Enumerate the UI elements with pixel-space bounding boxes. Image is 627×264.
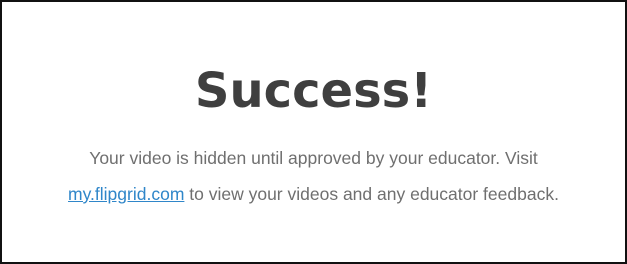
flipgrid-link[interactable]: my.flipgrid.com	[68, 184, 184, 204]
success-message: Your video is hidden until approved by y…	[22, 140, 605, 212]
success-title: Success!	[194, 63, 433, 119]
success-dialog: Success! Your video is hidden until appr…	[0, 0, 627, 264]
message-text-before-link: Your video is hidden until approved by y…	[89, 148, 538, 168]
message-text-after-link: to view your videos and any educator fee…	[184, 184, 559, 204]
